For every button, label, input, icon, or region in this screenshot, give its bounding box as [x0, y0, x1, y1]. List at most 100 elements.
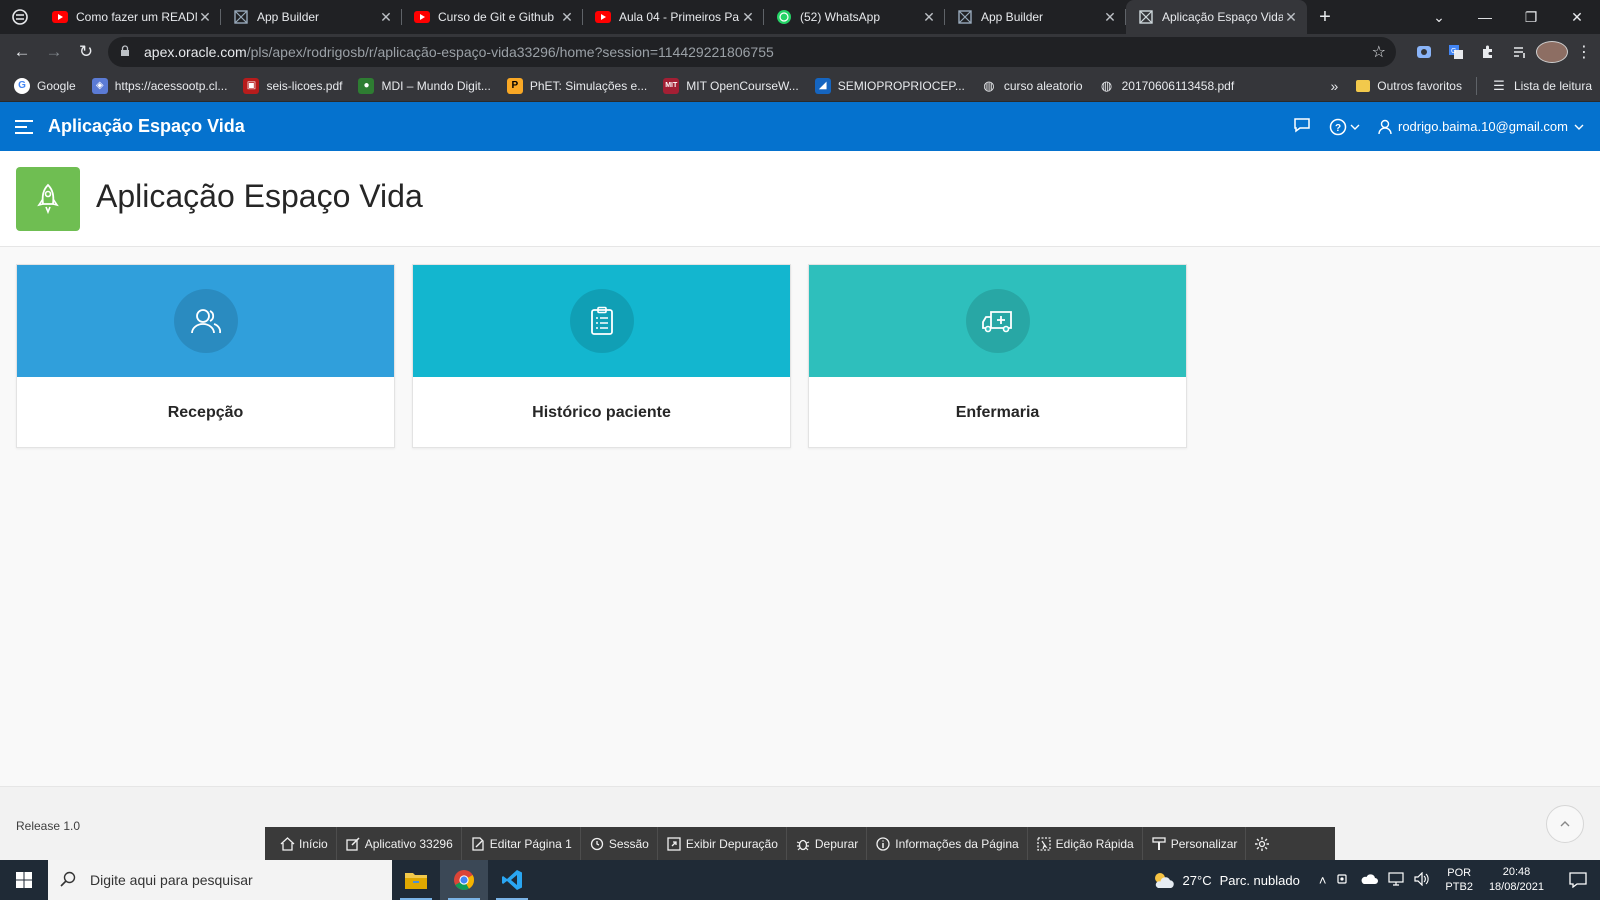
- close-tab-icon[interactable]: ✕: [921, 9, 937, 26]
- translate-icon[interactable]: G: [1440, 44, 1472, 60]
- bookmarks-bar: G Google ◈ https://acessootp.cl... ▣ sei…: [0, 70, 1600, 102]
- bookmark-label: https://acessootp.cl...: [114, 78, 228, 93]
- taskbar-clock[interactable]: 20:48 18/08/2021: [1489, 865, 1544, 895]
- bookmark-item[interactable]: ▣ seis-licoes.pdf: [235, 72, 350, 100]
- dev-view-debug-label: Exibir Depuração: [685, 836, 778, 851]
- close-tab-icon[interactable]: ✕: [1283, 9, 1299, 26]
- weather-widget[interactable]: 27°C Parc. nublado: [1151, 870, 1300, 890]
- more-bookmarks-icon[interactable]: »: [1320, 78, 1348, 94]
- dev-quick-edit-label: Edição Rápida: [1055, 836, 1134, 851]
- windows-start-button[interactable]: [0, 860, 48, 900]
- browser-tab[interactable]: Aula 04 - Primeiros Pa ✕: [583, 0, 764, 34]
- dev-session-button[interactable]: Sessão: [581, 827, 658, 860]
- dev-settings-button[interactable]: [1246, 827, 1282, 860]
- info-icon: [875, 836, 891, 852]
- home-icon: [279, 836, 295, 852]
- close-tab-icon[interactable]: ✕: [559, 9, 575, 26]
- dev-page-info-button[interactable]: Informações da Página: [867, 827, 1028, 860]
- clipboard-icon: [569, 289, 634, 353]
- bookmark-star-icon[interactable]: ☆: [1372, 42, 1386, 62]
- network-icon[interactable]: [1388, 871, 1405, 889]
- language-indicator[interactable]: POR PTB2: [1445, 866, 1473, 894]
- chevron-up-icon[interactable]: ˄: [1319, 873, 1327, 888]
- bookmark-item[interactable]: MIT MIT OpenCourseW...: [655, 72, 806, 100]
- close-tab-icon[interactable]: ✕: [378, 9, 394, 26]
- other-bookmarks-folder[interactable]: Outros favoritos: [1348, 72, 1470, 100]
- notification-center-icon[interactable]: [1556, 872, 1600, 888]
- card-enfermaria[interactable]: Enfermaria: [808, 264, 1187, 448]
- back-icon[interactable]: ←: [6, 42, 38, 62]
- card-historico-paciente[interactable]: Histórico paciente: [412, 264, 791, 448]
- release-version: Release 1.0: [16, 819, 81, 833]
- dev-home-button[interactable]: Início: [271, 827, 337, 860]
- new-tab-button[interactable]: +: [1307, 6, 1343, 29]
- volume-icon[interactable]: [1414, 871, 1430, 889]
- tab-search-dropdown-icon[interactable]: ⌄: [1416, 9, 1462, 26]
- user-menu[interactable]: rodrigo.baima.10@gmail.com: [1378, 119, 1584, 135]
- pdf-icon: ▣: [243, 77, 260, 94]
- forward-icon[interactable]: →: [38, 42, 70, 62]
- bookmark-item[interactable]: G Google: [6, 72, 84, 100]
- reading-list-label: Lista de leitura: [1513, 79, 1592, 93]
- profile-avatar[interactable]: [1536, 41, 1568, 63]
- card-recepcao[interactable]: Recepção: [16, 264, 395, 448]
- bookmark-item[interactable]: ◢ SEMIOPROPRIOCEP...: [807, 72, 973, 100]
- file-explorer-app[interactable]: [392, 860, 440, 900]
- time: 20:48: [1502, 866, 1531, 878]
- browser-tab[interactable]: Curso de Git e Github ✕: [402, 0, 583, 34]
- feedback-icon[interactable]: [1293, 117, 1311, 136]
- minimize-icon[interactable]: —: [1462, 9, 1508, 25]
- close-window-icon[interactable]: ✕: [1554, 9, 1600, 26]
- restore-icon[interactable]: ❐: [1508, 9, 1554, 26]
- media-queue-icon[interactable]: [1504, 44, 1536, 60]
- browser-menu-icon[interactable]: ⋮: [1568, 42, 1600, 62]
- apex-icon: [957, 9, 973, 25]
- browser-tab[interactable]: App Builder ✕: [221, 0, 402, 34]
- close-tab-icon[interactable]: ✕: [197, 9, 213, 26]
- dev-edit-page-button[interactable]: Editar Página 1: [462, 827, 581, 860]
- reload-icon[interactable]: ↻: [70, 42, 102, 62]
- dev-application-button[interactable]: Aplicativo 33296: [337, 827, 462, 860]
- developer-toolbar: Início Aplicativo 33296 Editar Página 1 …: [265, 827, 1335, 860]
- browser-tab[interactable]: (52) WhatsApp ✕: [764, 0, 945, 34]
- close-tab-icon[interactable]: ✕: [1102, 9, 1118, 26]
- puzzle-icon[interactable]: [1472, 44, 1504, 60]
- browser-tab[interactable]: Como fazer um READM ✕: [40, 0, 221, 34]
- bookmark-label: curso aleatorio: [1003, 78, 1083, 93]
- dev-edit-page-label: Editar Página 1: [489, 836, 572, 851]
- meet-now-icon[interactable]: [1336, 872, 1350, 889]
- onedrive-cloud-icon[interactable]: [1360, 873, 1379, 888]
- browser-tab[interactable]: App Builder ✕: [945, 0, 1126, 34]
- system-tray: 27°C Parc. nublado ˄ POR PTB2 20:48 18/0…: [1151, 860, 1600, 900]
- bookmark-item[interactable]: ◈ https://acessootp.cl...: [84, 72, 236, 100]
- gear-icon: [1254, 836, 1270, 852]
- folder-icon: [405, 873, 427, 889]
- reading-list-button[interactable]: ☰ Lista de leitura: [1483, 72, 1600, 100]
- help-menu[interactable]: ?: [1329, 118, 1360, 136]
- dev-debug-button[interactable]: Depurar: [787, 827, 868, 860]
- hamburger-menu-icon[interactable]: [0, 119, 48, 134]
- dev-customize-button[interactable]: Personalizar: [1143, 827, 1247, 860]
- dev-quick-edit-button[interactable]: Edição Rápida: [1028, 827, 1143, 860]
- session-icon: [589, 836, 605, 852]
- app-name[interactable]: Aplicação Espaço Vida: [48, 116, 245, 137]
- close-tab-icon[interactable]: ✕: [740, 9, 756, 26]
- tab-search-icon[interactable]: [0, 0, 40, 34]
- chrome-app[interactable]: [440, 860, 488, 900]
- bookmark-item[interactable]: ◍ 20170606113458.pdf: [1091, 72, 1243, 100]
- youtube-icon: [414, 9, 430, 25]
- scroll-to-top-button[interactable]: [1546, 805, 1584, 843]
- vscode-app[interactable]: [488, 860, 536, 900]
- bookmark-item[interactable]: ◍ curso aleatorio: [973, 72, 1091, 100]
- bookmark-item[interactable]: P PhET: Simulações e...: [499, 72, 655, 100]
- browser-tab-active[interactable]: Aplicação Espaço Vida ✕: [1126, 0, 1307, 34]
- card-header: [809, 265, 1186, 377]
- mit-icon: MIT: [663, 77, 680, 94]
- search-placeholder: Digite aqui para pesquisar: [90, 872, 253, 888]
- taskbar-search-box[interactable]: Digite aqui para pesquisar: [48, 860, 392, 900]
- extension-icon[interactable]: [1408, 44, 1440, 60]
- bookmark-item[interactable]: ● MDI – Mundo Digit...: [350, 72, 498, 100]
- page-hero: Aplicação Espaço Vida: [0, 151, 1600, 247]
- address-bar[interactable]: apex.oracle.com/pls/apex/rodrigosb/r/apl…: [108, 37, 1396, 67]
- dev-view-debug-button[interactable]: Exibir Depuração: [658, 827, 787, 860]
